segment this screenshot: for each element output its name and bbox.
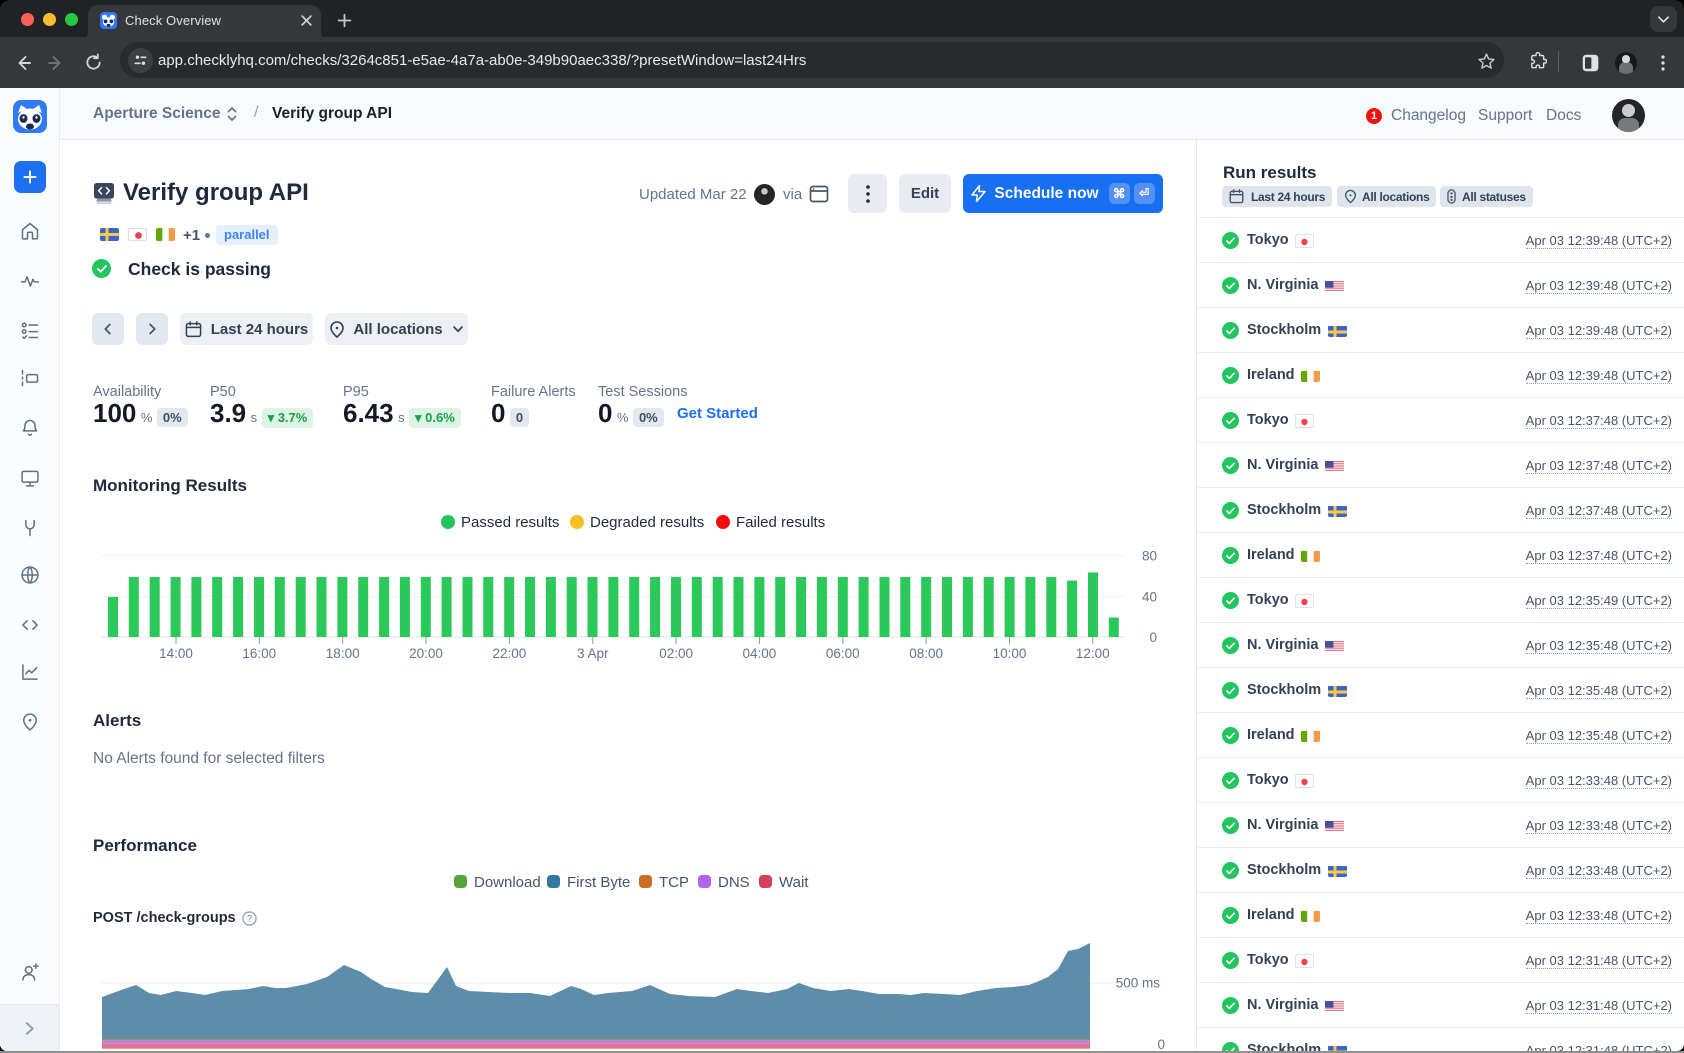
svg-text:06:00: 06:00 — [826, 646, 860, 661]
svg-text:14:00: 14:00 — [159, 646, 193, 661]
svg-text:10:00: 10:00 — [993, 646, 1027, 661]
svg-text:3 Apr: 3 Apr — [577, 646, 609, 661]
svg-text:04:00: 04:00 — [743, 646, 777, 661]
svg-text:0: 0 — [1149, 630, 1157, 645]
svg-text:02:00: 02:00 — [659, 646, 693, 661]
svg-text:40: 40 — [1142, 590, 1157, 605]
svg-text:22:00: 22:00 — [493, 646, 527, 661]
svg-text:18:00: 18:00 — [326, 646, 360, 661]
svg-text:?: ? — [247, 914, 252, 924]
svg-text:16:00: 16:00 — [242, 646, 276, 661]
svg-text:80: 80 — [1142, 549, 1157, 564]
svg-text:08:00: 08:00 — [909, 646, 943, 661]
svg-text:12:00: 12:00 — [1076, 646, 1110, 661]
svg-text:500 ms: 500 ms — [1116, 976, 1161, 991]
svg-text:20:00: 20:00 — [409, 646, 443, 661]
svg-text:0: 0 — [1157, 1037, 1165, 1051]
